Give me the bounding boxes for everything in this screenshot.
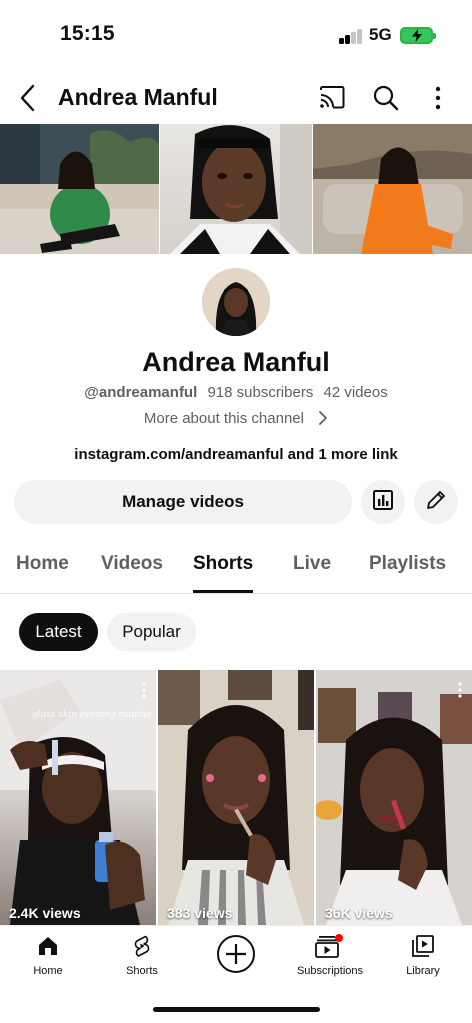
short-views: 383 views bbox=[167, 905, 233, 921]
nav-library[interactable]: Library bbox=[401, 934, 445, 977]
nav-subscriptions-label: Subscriptions bbox=[296, 965, 364, 977]
more-vert-icon[interactable] bbox=[142, 682, 146, 698]
short-thumbnail[interactable]: 383 views bbox=[158, 670, 314, 925]
home-indicator[interactable] bbox=[153, 1007, 320, 1012]
chevron-right-icon bbox=[318, 410, 328, 430]
library-icon bbox=[411, 935, 435, 961]
nav-library-label: Library bbox=[406, 965, 440, 977]
banner-photo-orange-dress bbox=[313, 124, 472, 254]
more-vert-icon[interactable] bbox=[458, 682, 462, 698]
more-vert-icon[interactable] bbox=[428, 84, 448, 112]
short-caption: glass skin evening routine bbox=[32, 710, 152, 720]
channel-meta: @andreamanful 918 subscribers 42 videos bbox=[0, 384, 472, 401]
subscriber-count: 918 subscribers bbox=[207, 384, 314, 401]
shorts-icon bbox=[130, 935, 154, 961]
battery-charging-icon bbox=[400, 27, 436, 44]
tab-live[interactable]: Live bbox=[293, 553, 331, 575]
network-type: 5G bbox=[369, 25, 392, 44]
shorts-grid: glass skin evening routine 2.4K views 38… bbox=[0, 670, 472, 925]
search-icon[interactable] bbox=[372, 84, 400, 112]
tab-playlists[interactable]: Playlists bbox=[369, 553, 446, 575]
edit-channel-button[interactable] bbox=[414, 480, 458, 524]
channel-banner bbox=[0, 124, 472, 254]
edit-pencil-icon bbox=[424, 488, 448, 517]
nav-home[interactable]: Home bbox=[28, 934, 68, 977]
more-about-link[interactable]: More about this channel bbox=[0, 410, 472, 430]
tab-shorts[interactable]: Shorts bbox=[193, 553, 253, 575]
video-count: 42 videos bbox=[323, 384, 388, 401]
channel-links[interactable]: instagram.com/andreamanful and 1 more li… bbox=[0, 446, 472, 463]
short-thumbnail[interactable]: 36K views bbox=[316, 670, 472, 925]
active-tab-indicator bbox=[193, 590, 253, 593]
page-title: Andrea Manful bbox=[58, 84, 218, 110]
banner-photo-green-outfit bbox=[0, 124, 159, 254]
short-views: 36K views bbox=[325, 905, 393, 921]
channel-handle: @andreamanful bbox=[84, 384, 198, 401]
banner-photo-portrait bbox=[159, 124, 313, 254]
create-button[interactable] bbox=[216, 934, 256, 974]
chip-latest[interactable]: Latest bbox=[19, 613, 98, 651]
app-header: Andrea Manful bbox=[0, 75, 472, 121]
short-views: 2.4K views bbox=[9, 905, 81, 921]
back-icon[interactable] bbox=[16, 83, 42, 113]
channel-name: Andrea Manful bbox=[142, 347, 330, 377]
chip-popular[interactable]: Popular bbox=[107, 613, 196, 651]
nav-subscriptions[interactable]: Subscriptions bbox=[290, 934, 370, 977]
tab-home[interactable]: Home bbox=[16, 553, 69, 575]
create-plus-icon bbox=[216, 935, 256, 977]
channel-tabs: Home Videos Shorts Live Playlists bbox=[0, 540, 472, 594]
channel-avatar[interactable] bbox=[202, 268, 270, 336]
cast-icon[interactable] bbox=[318, 85, 346, 111]
nav-shorts[interactable]: Shorts bbox=[118, 934, 166, 977]
cell-signal-icon bbox=[339, 28, 363, 44]
status-bar: 15:15 5G bbox=[0, 0, 472, 70]
nav-home-label: Home bbox=[33, 965, 63, 977]
subscriptions-icon bbox=[315, 934, 345, 961]
status-time: 15:15 bbox=[60, 22, 115, 45]
manage-videos-button[interactable]: Manage videos bbox=[14, 480, 352, 524]
analytics-icon bbox=[371, 488, 395, 517]
nav-shorts-label: Shorts bbox=[126, 965, 158, 977]
short-thumbnail[interactable]: glass skin evening routine 2.4K views bbox=[0, 670, 156, 925]
analytics-button[interactable] bbox=[361, 480, 405, 524]
tab-videos[interactable]: Videos bbox=[101, 553, 163, 575]
home-icon bbox=[36, 937, 60, 961]
more-about-label: More about this channel bbox=[143, 410, 304, 427]
